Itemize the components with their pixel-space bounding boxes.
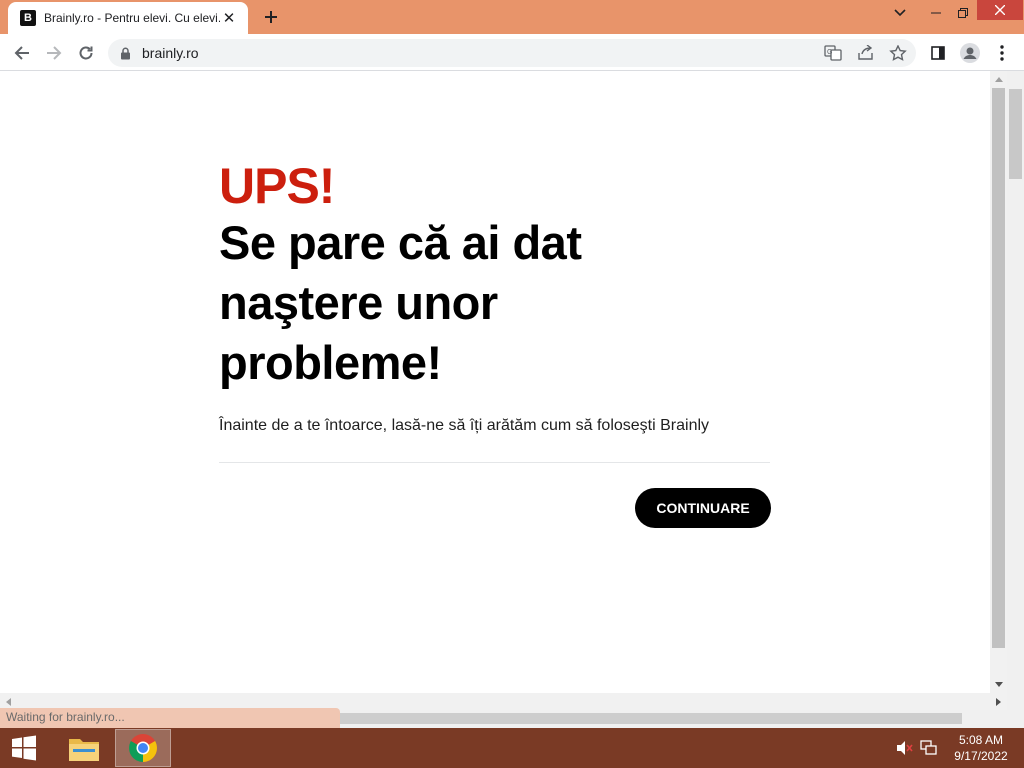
chrome-icon bbox=[129, 734, 157, 762]
windows-logo-icon bbox=[12, 735, 36, 761]
triangle-up-icon bbox=[994, 77, 1003, 82]
reload-button[interactable] bbox=[72, 39, 100, 67]
clock-time: 5:08 AM bbox=[958, 733, 1004, 747]
file-explorer-taskbar-button[interactable] bbox=[56, 729, 112, 767]
divider bbox=[219, 462, 770, 463]
arrow-left-icon bbox=[14, 46, 29, 60]
page-vertical-scrollbar[interactable] bbox=[990, 71, 1007, 693]
back-button[interactable] bbox=[8, 39, 36, 67]
minimize-icon bbox=[931, 12, 941, 14]
restore-button[interactable] bbox=[950, 0, 976, 26]
lock-icon[interactable] bbox=[120, 47, 131, 60]
speaker-muted-icon bbox=[897, 741, 913, 755]
share-icon[interactable] bbox=[857, 45, 875, 61]
page-viewport: UPS! Se pare că ai dat naştere unor prob… bbox=[0, 71, 990, 693]
triangle-left-icon bbox=[6, 697, 11, 706]
browser-toolbar: brainly.ro G bbox=[0, 34, 1024, 71]
taskbar-clock[interactable]: 5:08 AM 9/17/2022 bbox=[948, 732, 1014, 764]
scroll-right-arrow[interactable] bbox=[990, 693, 1007, 710]
continue-button[interactable]: CONTINUARE bbox=[635, 488, 771, 528]
triangle-right-icon bbox=[996, 697, 1001, 706]
close-window-button[interactable] bbox=[977, 0, 1023, 20]
scroll-down-arrow[interactable] bbox=[990, 676, 1007, 693]
translate-icon[interactable]: G bbox=[824, 45, 842, 61]
address-url: brainly.ro bbox=[142, 45, 199, 61]
headline-line: naştere unor bbox=[219, 276, 498, 329]
window-vertical-scrollbar[interactable] bbox=[1007, 71, 1024, 728]
volume-muted-button[interactable] bbox=[896, 728, 914, 768]
profile-button[interactable] bbox=[956, 39, 984, 67]
brainly-favicon-icon: B bbox=[20, 10, 36, 26]
star-icon[interactable] bbox=[889, 45, 907, 61]
windows-taskbar: 5:08 AM 9/17/2022 bbox=[0, 728, 1024, 768]
headline-line: probleme! bbox=[219, 336, 442, 389]
folder-icon bbox=[69, 739, 99, 761]
window-scroll-thumb[interactable] bbox=[1009, 89, 1022, 179]
chevron-down-icon bbox=[894, 9, 906, 17]
error-headline: Se pare că ai dat naştere unor probleme! bbox=[219, 213, 739, 393]
tab-search-button[interactable] bbox=[886, 0, 914, 26]
tab-close-icon[interactable]: ✕ bbox=[220, 9, 238, 27]
kebab-menu-icon bbox=[1000, 45, 1004, 61]
scroll-up-arrow[interactable] bbox=[990, 71, 1007, 88]
scroll-thumb[interactable] bbox=[992, 88, 1005, 648]
clock-date: 9/17/2022 bbox=[954, 749, 1008, 763]
reload-icon bbox=[79, 46, 93, 60]
chrome-taskbar-button[interactable] bbox=[115, 729, 171, 767]
triangle-down-icon bbox=[994, 682, 1003, 687]
error-title: UPS! bbox=[219, 158, 335, 214]
plus-icon bbox=[265, 11, 277, 23]
status-bubble: Waiting for brainly.ro... bbox=[0, 708, 340, 728]
new-tab-button[interactable] bbox=[257, 3, 285, 31]
restore-icon bbox=[958, 8, 968, 18]
close-icon bbox=[995, 5, 1005, 15]
browser-tab-active[interactable]: B Brainly.ro - Pentru elevi. Cu elevi. ✕ bbox=[8, 2, 248, 34]
svg-text:G: G bbox=[827, 49, 832, 56]
tab-title: Brainly.ro - Pentru elevi. Cu elevi. bbox=[44, 11, 220, 25]
arrow-right-icon bbox=[47, 46, 62, 60]
headline-line: Se pare că ai dat bbox=[219, 216, 582, 269]
side-panel-button[interactable] bbox=[924, 39, 952, 67]
start-button[interactable] bbox=[0, 728, 48, 768]
network-button[interactable] bbox=[920, 728, 938, 768]
profile-avatar-icon bbox=[960, 43, 980, 63]
browser-menu-button[interactable] bbox=[988, 39, 1016, 67]
side-panel-icon bbox=[931, 46, 945, 60]
address-bar[interactable]: brainly.ro G bbox=[108, 39, 916, 67]
forward-button[interactable] bbox=[40, 39, 68, 67]
minimize-button[interactable] bbox=[922, 0, 950, 26]
browser-titlebar: B Brainly.ro - Pentru elevi. Cu elevi. ✕ bbox=[0, 0, 1024, 34]
network-icon bbox=[920, 740, 937, 755]
error-subtext: Înainte de a te întoarce, lasă-ne să îți… bbox=[219, 417, 710, 434]
